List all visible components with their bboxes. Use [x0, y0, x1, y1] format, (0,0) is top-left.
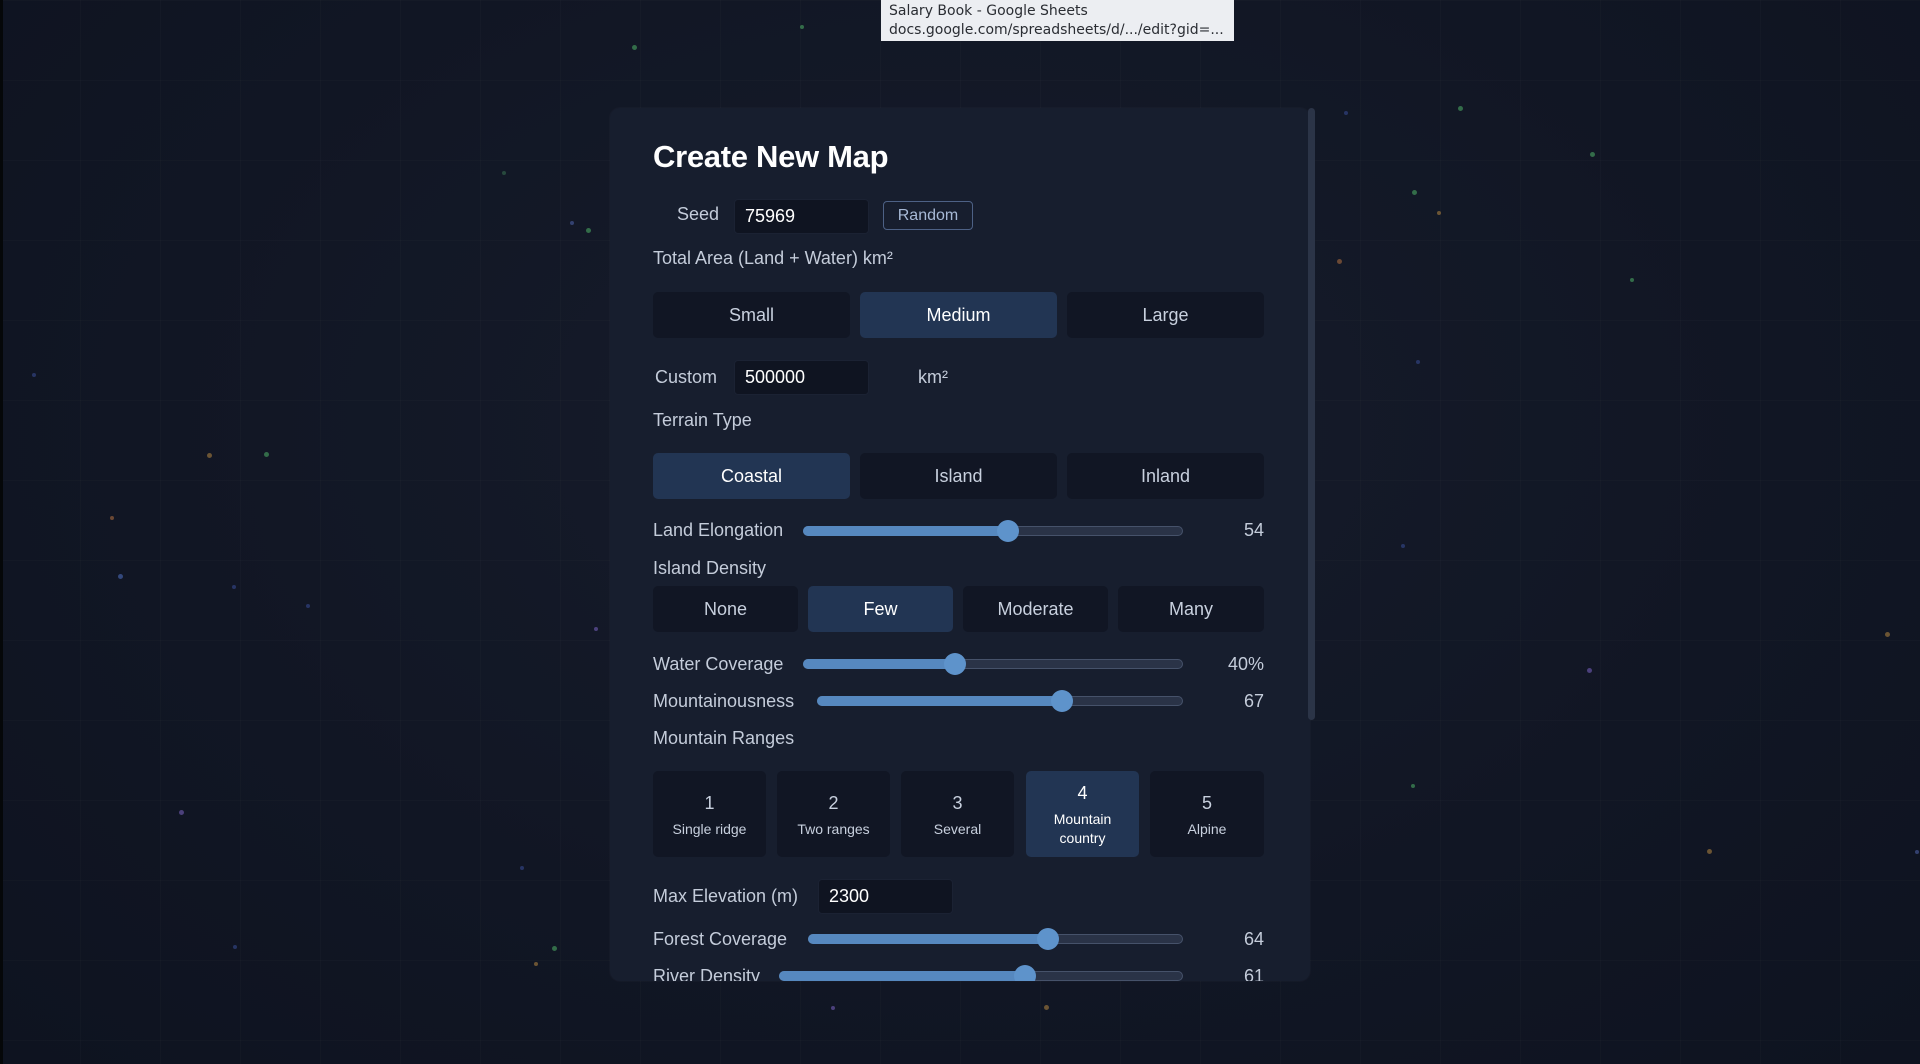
mountain-range-option-5[interactable]: 5 Alpine [1150, 771, 1264, 857]
mountainousness-label: Mountainousness [653, 691, 795, 711]
slider-thumb[interactable] [997, 520, 1020, 542]
max-elevation-label: Max Elevation (m) [653, 886, 799, 906]
option-description: Two ranges [797, 821, 870, 837]
terrain-option-coastal[interactable]: Coastal [653, 453, 850, 499]
total-area-label: Total Area (Land + Water) km² [653, 248, 893, 268]
water-coverage-label: Water Coverage [653, 654, 784, 674]
window-edge [0, 0, 3, 1064]
panel-scrollbar[interactable] [1308, 108, 1315, 720]
forest-coverage-slider[interactable] [808, 928, 1183, 950]
mountain-range-option-2[interactable]: 2 Two ranges [777, 771, 890, 857]
slider-thumb[interactable] [944, 653, 966, 675]
mountain-range-option-1[interactable]: 1 Single ridge [653, 771, 766, 857]
land-elongation-slider[interactable] [803, 520, 1183, 542]
seed-input[interactable] [734, 199, 869, 234]
mountain-range-option-3[interactable]: 3 Several [901, 771, 1014, 857]
area-option-small[interactable]: Small [653, 292, 850, 338]
custom-area-input[interactable] [734, 360, 869, 395]
option-description: Several [933, 821, 982, 837]
water-coverage-value: 40% [1227, 654, 1264, 674]
panel-title: Create New Map [653, 139, 889, 174]
slider-thumb[interactable] [1051, 690, 1074, 712]
random-seed-button[interactable]: Random [883, 201, 973, 230]
mountainousness-value: 67 [1243, 691, 1264, 711]
tooltip-title: Salary Book - Google Sheets [889, 3, 1088, 19]
custom-area-unit: km² [918, 367, 948, 387]
option-number: 2 [828, 793, 839, 813]
custom-area-label: Custom [655, 367, 718, 387]
land-elongation-label: Land Elongation [653, 520, 784, 540]
river-density-slider[interactable] [779, 965, 1183, 981]
mountainousness-slider[interactable] [817, 690, 1183, 712]
area-option-medium[interactable]: Medium [860, 292, 1057, 338]
max-elevation-input[interactable] [818, 879, 953, 914]
forest-coverage-value: 64 [1243, 929, 1264, 949]
seed-label: Seed [677, 204, 720, 224]
forest-coverage-label: Forest Coverage [653, 929, 788, 949]
island-density-many[interactable]: Many [1118, 586, 1264, 632]
option-description: Alpine [1187, 821, 1227, 837]
link-tooltip: Salary Book - Google Sheets docs.google.… [881, 0, 1234, 41]
river-density-label: River Density [653, 966, 761, 981]
option-number: 5 [1201, 793, 1212, 813]
option-description: Single ridge [672, 821, 747, 837]
slider-thumb[interactable] [1037, 928, 1059, 950]
river-density-value: 61 [1243, 966, 1264, 981]
mountain-range-option-4[interactable]: 4 Mountain country [1026, 771, 1139, 857]
create-map-panel: Create New Map Seed Random Total Area (L… [610, 108, 1310, 981]
water-coverage-slider[interactable] [803, 653, 1183, 675]
slider-thumb[interactable] [1014, 965, 1037, 981]
island-density-few[interactable]: Few [808, 586, 953, 632]
option-description: Mountain country [1053, 811, 1112, 846]
option-number: 1 [704, 793, 715, 813]
tooltip-url: docs.google.com/spreadsheets/d/.../edit?… [889, 22, 1224, 38]
option-number: 3 [952, 793, 963, 813]
option-number: 4 [1077, 783, 1088, 803]
area-option-large[interactable]: Large [1067, 292, 1264, 338]
terrain-type-label: Terrain Type [653, 410, 752, 430]
island-density-moderate[interactable]: Moderate [963, 586, 1108, 632]
mountain-ranges-label: Mountain Ranges [653, 728, 795, 748]
island-density-none[interactable]: None [653, 586, 798, 632]
terrain-option-island[interactable]: Island [860, 453, 1057, 499]
terrain-option-inland[interactable]: Inland [1067, 453, 1264, 499]
land-elongation-value: 54 [1243, 520, 1264, 540]
island-density-label: Island Density [653, 558, 767, 578]
